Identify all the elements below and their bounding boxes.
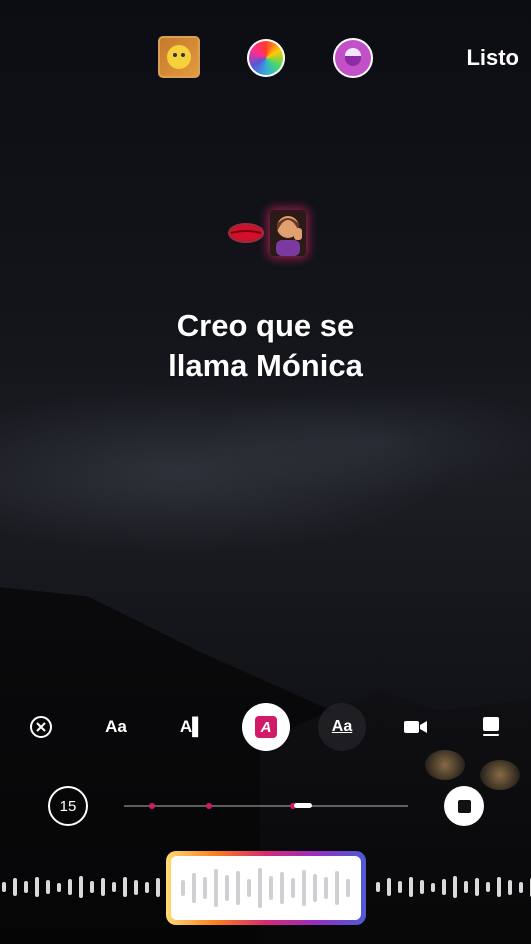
waveform-bar — [79, 876, 83, 898]
waveform-bar — [442, 879, 446, 895]
waveform-bar — [123, 877, 127, 897]
waveform-bar — [13, 878, 17, 896]
waveform-bar — [409, 877, 413, 897]
waveform-bar — [57, 882, 61, 892]
waveform-bar — [387, 878, 391, 896]
card-icon[interactable] — [467, 703, 515, 751]
selected-clip-waveform — [171, 856, 361, 920]
duration-badge[interactable]: 15 — [48, 786, 88, 826]
waveform-bar — [398, 881, 402, 893]
waveform-bar — [431, 882, 435, 892]
waveform-bar — [181, 880, 185, 896]
emoji-sticker[interactable] — [222, 208, 312, 258]
waveform-bar — [486, 882, 490, 892]
waveform-bar — [90, 881, 94, 893]
waveform-bar — [192, 873, 196, 903]
text-background-button[interactable]: Aa — [318, 703, 366, 751]
waveform-bar — [291, 878, 295, 898]
caption-line-2: llama Mónica — [168, 348, 363, 383]
close-icon[interactable] — [17, 703, 65, 751]
color-wheel-icon[interactable] — [247, 39, 285, 77]
waveform-bar — [203, 877, 207, 899]
caption-line-1: Creo que se — [176, 308, 355, 343]
street-light — [480, 760, 520, 790]
waveform-bar — [35, 877, 39, 897]
video-icon[interactable] — [392, 703, 440, 751]
text-style-label: A — [255, 716, 277, 738]
waveform-bar — [68, 879, 72, 895]
lips-emoji-icon — [228, 222, 264, 244]
timeline-marker[interactable] — [149, 803, 155, 809]
street-light — [425, 750, 465, 780]
waveform-bar — [2, 882, 6, 892]
waveform-bar — [247, 879, 251, 897]
waveform-bar — [236, 871, 240, 905]
waveform-bar — [302, 870, 306, 906]
sticker-face — [167, 45, 191, 69]
waveform-bar — [24, 881, 28, 893]
waveform-bar — [214, 869, 218, 907]
waveform-bar — [497, 877, 501, 897]
waveform-bar — [464, 881, 468, 893]
waveform-bar — [324, 877, 328, 899]
waveform-bar — [280, 872, 284, 904]
text-effect-icon[interactable] — [333, 38, 373, 78]
waveform-bar — [258, 868, 262, 908]
waveform-bar — [519, 881, 523, 893]
woman-whispering-emoji-icon — [270, 210, 306, 256]
waveform-bar — [225, 875, 229, 901]
waveform-bar — [346, 879, 350, 897]
waveform-bar — [134, 879, 138, 895]
waveform-bar — [145, 881, 149, 893]
audio-clip-selector[interactable] — [166, 851, 366, 925]
text-align-button[interactable]: A▌ — [168, 703, 216, 751]
stop-icon — [457, 799, 471, 813]
waveform-bar — [156, 877, 160, 897]
waveform-bar — [101, 878, 105, 896]
timeline-marker[interactable] — [206, 803, 212, 809]
font-size-button[interactable]: Aa — [92, 703, 140, 751]
waveform-bar — [420, 880, 424, 894]
story-caption[interactable]: Creo que se llama Mónica — [0, 306, 531, 386]
waveform-bar — [453, 876, 457, 898]
waveform-bar — [335, 871, 339, 905]
sticker-thumbnail-icon[interactable] — [158, 36, 200, 78]
waveform-bar — [508, 879, 512, 895]
stop-button[interactable] — [444, 786, 484, 826]
done-button[interactable]: Listo — [466, 45, 519, 71]
waveform-bar — [475, 878, 479, 896]
waveform-bar — [376, 882, 380, 892]
waveform-bar — [46, 880, 50, 894]
waveform-bar — [269, 876, 273, 900]
waveform-bar — [313, 874, 317, 902]
timeline-track[interactable] — [124, 803, 408, 809]
waveform-bar — [112, 882, 116, 892]
text-style-button-active[interactable]: A — [242, 703, 290, 751]
text-tools-bar: Aa A▌ A Aa — [0, 703, 531, 751]
timeline-active-segment — [294, 803, 312, 808]
